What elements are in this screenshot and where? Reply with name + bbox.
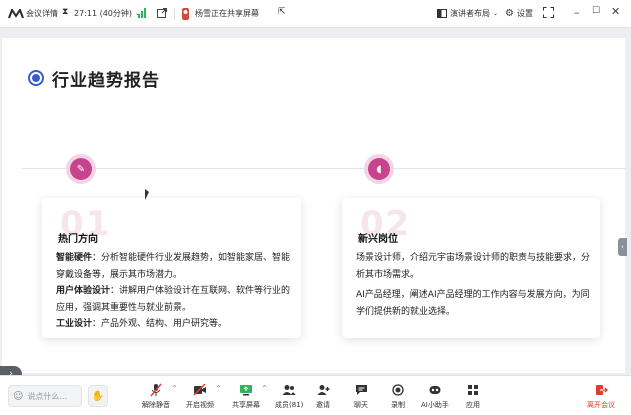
chevron-down-icon: ⌄ bbox=[493, 10, 499, 17]
card-body: 智能硬件：分析智能硬件行业发展趋势，如智能家居、智能穿戴设备等，展示其市场潜力。… bbox=[56, 250, 291, 333]
screen-share-icon bbox=[239, 382, 253, 398]
card-paragraph: AI产品经理，阐述AI产品经理的工作内容与发展方向，为同学们提供新的就业选择。 bbox=[356, 290, 590, 317]
hourglass-icon: ⧗ bbox=[62, 7, 69, 17]
ai-assistant-icon bbox=[428, 382, 442, 398]
card-item: 智能硬件：分析智能硬件行业发展趋势，如智能家居、智能穿戴设备等，展示其市场潜力。 bbox=[56, 253, 291, 280]
share-screen-button[interactable]: 共享屏幕 bbox=[232, 382, 260, 410]
apps-button[interactable]: 应用 bbox=[466, 382, 480, 410]
card-title: 新兴岗位 bbox=[358, 234, 398, 245]
hot-directions-card: 01 热门方向 智能硬件：分析智能硬件行业发展趋势，如智能家居、智能穿戴设备等，… bbox=[42, 198, 301, 338]
gear-icon: ⚙ bbox=[505, 8, 514, 19]
leave-meeting-button[interactable]: 离开会议 bbox=[587, 382, 615, 410]
chat-input[interactable]: ☺ 说点什么... bbox=[8, 385, 82, 407]
raise-hand-button[interactable]: ✋ bbox=[88, 385, 108, 407]
slide-title: 行业趋势报告 bbox=[52, 71, 160, 91]
emoji-icon[interactable]: ☺ bbox=[13, 391, 23, 402]
settings-label: 设置 bbox=[516, 9, 533, 18]
external-share-icon[interactable] bbox=[157, 8, 167, 18]
chat-icon bbox=[355, 382, 368, 398]
divider bbox=[174, 8, 175, 20]
hand-icon: ✋ bbox=[91, 390, 105, 402]
record-label: 录制 bbox=[391, 401, 405, 409]
apps-icon bbox=[467, 382, 479, 398]
card-paragraph: 场景设计师，介绍元宇宙场景设计师的职责与技能要求，分析其市场需求。 bbox=[356, 253, 591, 280]
ai-assistant-button[interactable]: AI小助手 bbox=[421, 382, 449, 410]
layout-icon bbox=[437, 9, 447, 18]
record-button[interactable]: 录制 bbox=[391, 382, 405, 410]
leave-icon bbox=[595, 382, 608, 398]
card-item: 工业设计：产品外观、结构、用户研究等。 bbox=[56, 319, 228, 329]
bottom-toolbar: ☺ 说点什么... ✋ 解除静音 ^ 开启视频 ^ 共享屏幕 ^ 成员(81) … bbox=[0, 375, 631, 415]
close-icon[interactable]: ✕ bbox=[611, 5, 620, 18]
record-icon bbox=[392, 382, 404, 398]
layout-dropdown[interactable]: 演讲者布局 ⌄ bbox=[437, 8, 498, 19]
card-title: 热门方向 bbox=[58, 234, 98, 245]
layout-label: 演讲者布局 bbox=[450, 9, 490, 18]
invite-icon bbox=[317, 382, 330, 398]
app-logo-icon bbox=[8, 9, 24, 19]
sharing-menu-icon[interactable]: ⇱ bbox=[278, 7, 286, 17]
apps-label: 应用 bbox=[466, 401, 480, 409]
invite-label: 邀请 bbox=[316, 401, 330, 409]
emerging-roles-card: 02 新兴岗位 场景设计师，介绍元宇宙场景设计师的职责与技能要求，分析其市场需求… bbox=[342, 198, 600, 338]
members-button[interactable]: 成员(81) bbox=[275, 382, 303, 410]
edit-badge-icon: ✎ bbox=[70, 158, 92, 180]
meeting-info-button[interactable]: 会议详情 bbox=[26, 8, 58, 19]
leave-meeting-label: 离开会议 bbox=[587, 401, 615, 409]
signal-strength-icon[interactable] bbox=[138, 8, 147, 18]
chevron-up-icon[interactable]: ^ bbox=[216, 385, 221, 392]
camera-off-icon bbox=[193, 382, 207, 398]
meeting-info-label: 会议详情 bbox=[26, 9, 58, 18]
mouse-cursor-icon bbox=[145, 189, 149, 200]
settings-button[interactable]: ⚙ 设置 bbox=[505, 8, 533, 19]
share-screen-label: 共享屏幕 bbox=[232, 401, 260, 409]
members-label: 成员(81) bbox=[275, 401, 304, 409]
chevron-up-icon[interactable]: ^ bbox=[262, 385, 267, 392]
top-bar: 会议详情 ⧗ 27:11 (40分钟) ⌄ 杨雪正在共享屏幕 ⇱ 演讲者布局 ⌄… bbox=[0, 0, 631, 28]
timeline-line bbox=[22, 168, 625, 169]
right-panel-toggle[interactable]: ‹ bbox=[618, 238, 627, 256]
sharing-status-text: 杨雪正在共享屏幕 bbox=[195, 9, 259, 18]
presenter-indicator-icon bbox=[182, 8, 189, 20]
start-video-label: 开启视频 bbox=[186, 401, 214, 409]
maximize-icon[interactable]: ☐ bbox=[592, 6, 600, 16]
chat-button[interactable]: 聊天 bbox=[354, 382, 368, 410]
members-icon bbox=[282, 382, 296, 398]
minimize-icon[interactable]: – bbox=[574, 6, 580, 19]
chat-label: 聊天 bbox=[354, 401, 368, 409]
chat-placeholder: 说点什么... bbox=[27, 391, 68, 401]
unmute-label: 解除静音 bbox=[142, 401, 170, 409]
shared-screen-area: 行业趋势报告 ✎ ◖ 01 热门方向 智能硬件：分析智能硬件行业发展趋势，如智能… bbox=[0, 28, 631, 396]
mic-muted-icon bbox=[150, 382, 162, 398]
duration-dropdown[interactable]: 27:11 (40分钟) ⌄ bbox=[74, 8, 140, 19]
start-video-button[interactable]: 开启视频 bbox=[186, 382, 214, 410]
unmute-button[interactable]: 解除静音 bbox=[142, 382, 170, 410]
invite-button[interactable]: 邀请 bbox=[316, 382, 330, 410]
speaker-badge-icon: ◖ bbox=[368, 158, 390, 180]
card-item: 用户体验设计：讲解用户体验设计在互联网、软件等行业的应用，强调其重要性与就业前景… bbox=[56, 286, 291, 313]
title-bullet-icon bbox=[28, 70, 44, 86]
card-body: 场景设计师，介绍元宇宙场景设计师的职责与技能要求，分析其市场需求。 AI产品经理… bbox=[356, 250, 590, 320]
chevron-up-icon[interactable]: ^ bbox=[172, 385, 177, 392]
duration-label: 27:11 (40分钟) bbox=[74, 9, 133, 18]
meeting-window: 会议详情 ⧗ 27:11 (40分钟) ⌄ 杨雪正在共享屏幕 ⇱ 演讲者布局 ⌄… bbox=[0, 0, 631, 415]
ai-assistant-label: AI小助手 bbox=[421, 401, 449, 409]
presentation-slide: 行业趋势报告 ✎ ◖ 01 热门方向 智能硬件：分析智能硬件行业发展趋势，如智能… bbox=[2, 38, 625, 373]
fullscreen-icon[interactable] bbox=[543, 7, 554, 18]
